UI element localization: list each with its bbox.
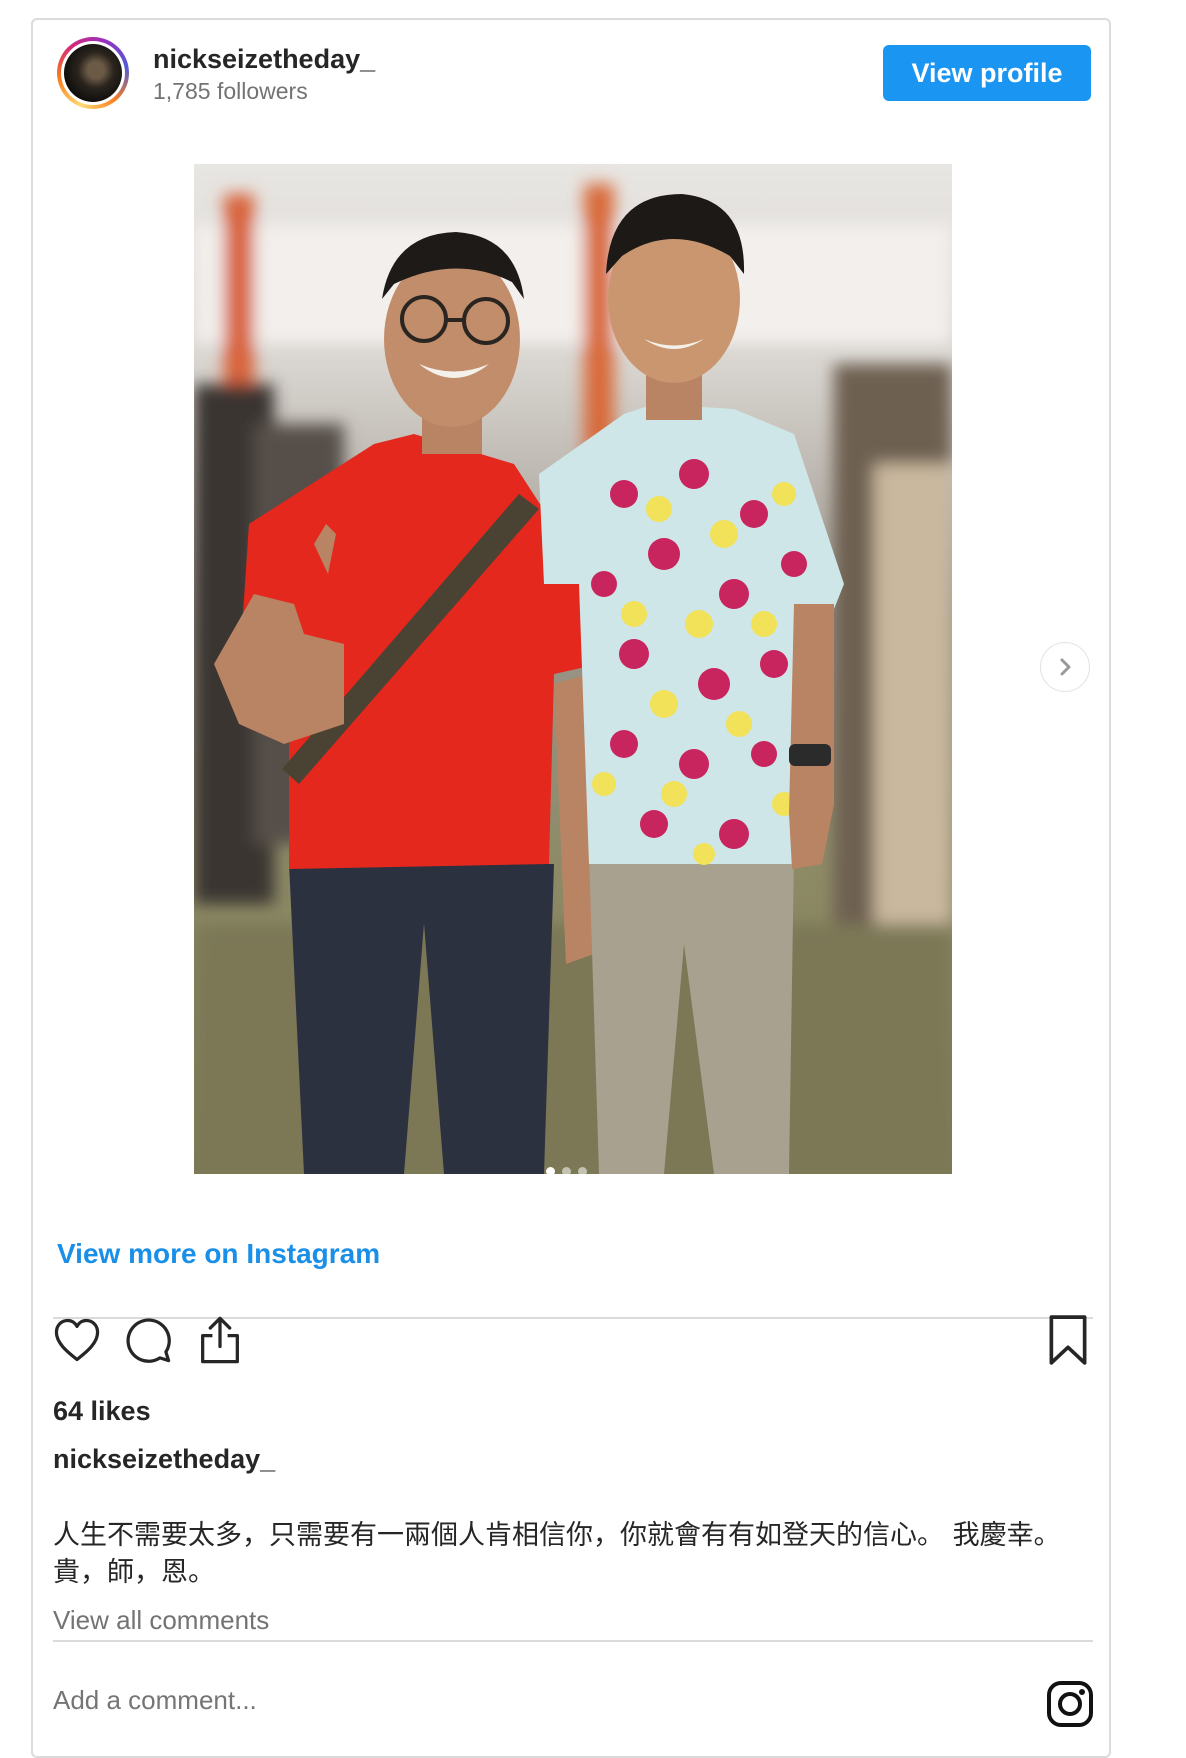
profile-username[interactable]: nickseizetheday_	[153, 44, 375, 75]
bookmark-icon[interactable]	[1045, 1314, 1091, 1366]
instagram-logo-icon[interactable]	[1046, 1680, 1094, 1728]
chevron-right-icon	[1060, 658, 1071, 676]
post-photo[interactable]	[194, 164, 952, 1174]
carousel-next-button[interactable]	[1040, 642, 1090, 692]
heart-icon[interactable]	[51, 1314, 103, 1366]
like-count[interactable]: 64 likes	[53, 1396, 151, 1427]
carousel-dot	[546, 1167, 555, 1176]
follower-count: 1,785 followers	[153, 78, 308, 104]
comment-input[interactable]	[53, 1685, 853, 1716]
share-icon[interactable]	[194, 1314, 246, 1366]
caption-text: 人生不需要太多，只需要有一兩個人肯相信你，你就會有有如登天的信心。 我慶幸。 貴…	[53, 1520, 1061, 1588]
view-profile-button[interactable]: View profile	[883, 45, 1091, 101]
caption-username[interactable]: nickseizetheday_	[53, 1444, 275, 1475]
carousel-dot	[562, 1167, 571, 1176]
comment-icon[interactable]	[122, 1314, 174, 1366]
carousel-indicator	[546, 1167, 587, 1176]
avatar[interactable]	[57, 37, 129, 109]
post-photo-illustration	[194, 164, 952, 1174]
carousel-dot	[578, 1167, 587, 1176]
divider	[53, 1640, 1093, 1642]
instagram-embed-card: nickseizetheday_ 1,785 followers View pr…	[31, 18, 1111, 1758]
view-more-link[interactable]: View more on Instagram	[57, 1238, 380, 1270]
view-all-comments-link[interactable]: View all comments	[53, 1605, 269, 1636]
avatar-photo	[64, 44, 122, 102]
